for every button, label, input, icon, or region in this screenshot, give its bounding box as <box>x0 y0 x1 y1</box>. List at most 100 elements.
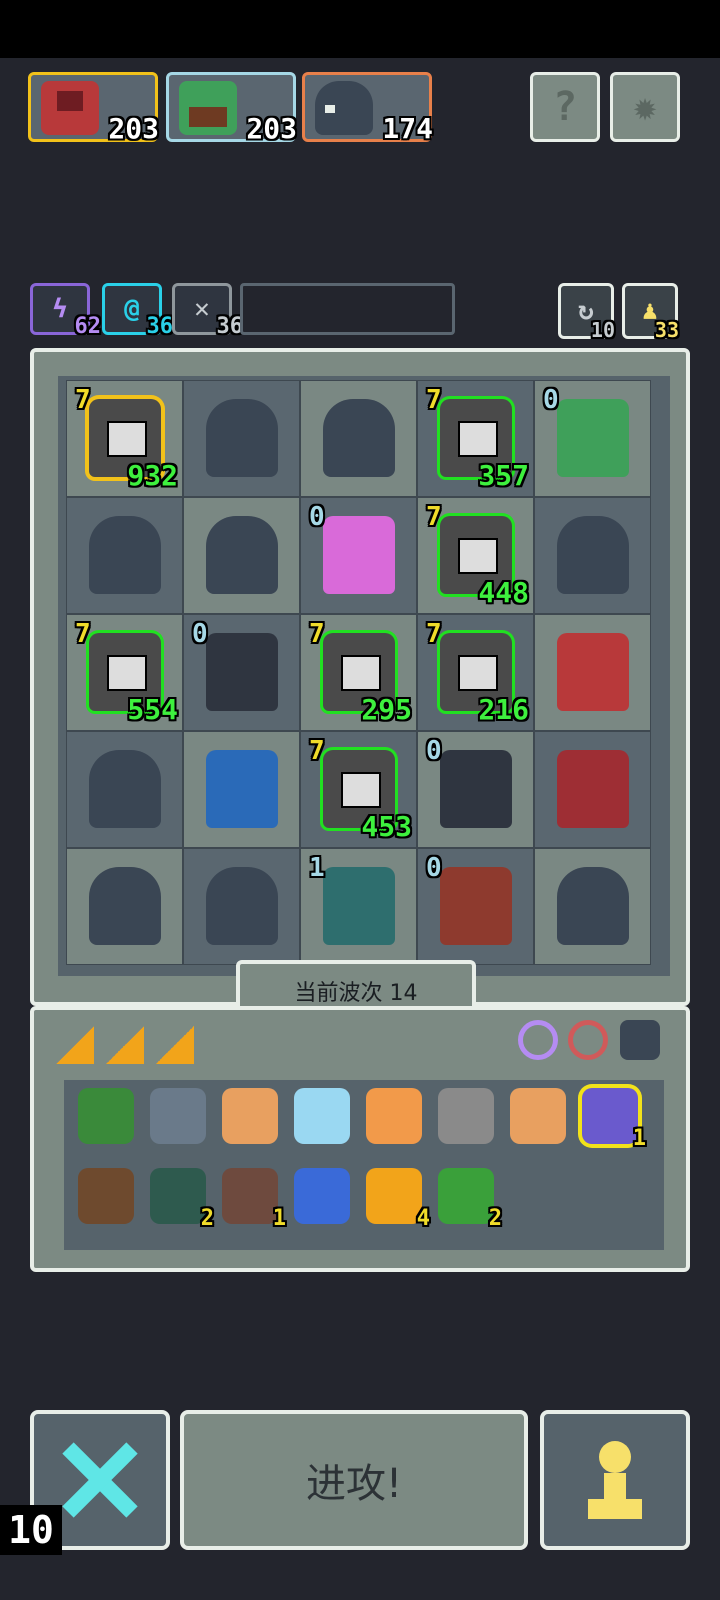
potion-jar-icon[interactable]: 1 <box>582 1088 646 1150</box>
buff-value: 36 <box>146 314 174 339</box>
green-cross-shield-icon[interactable] <box>78 1088 134 1144</box>
armor-icon[interactable] <box>620 1020 660 1060</box>
orbit-ring-icon[interactable]: 4 <box>366 1168 430 1230</box>
hammer-icon[interactable] <box>510 1088 566 1144</box>
unit-hp: 932 <box>127 459 178 492</box>
beast-unit-icon <box>323 399 395 477</box>
dark-beast-icon <box>315 81 373 135</box>
crossed-swords-icon: ✕ <box>194 294 210 324</box>
buff-bar <box>240 283 455 335</box>
buff-lightning[interactable]: ϟ 62 <box>30 283 101 338</box>
helmet-icon[interactable]: 1 <box>222 1168 286 1230</box>
knight-face-icon <box>341 655 381 691</box>
corner-number: 10 <box>8 1508 54 1552</box>
gold-triangle-icon[interactable] <box>106 1026 144 1064</box>
beast-unit-icon <box>206 516 278 594</box>
buff-swirl[interactable]: @ 36 <box>102 283 173 338</box>
help-button[interactable]: ? <box>530 72 600 142</box>
board-cell[interactable]: 7 448 <box>417 497 534 614</box>
ghoul-unit-icon <box>206 633 278 711</box>
green-hand-icon[interactable]: 2 <box>438 1168 502 1230</box>
board-cell[interactable]: 0 <box>183 614 300 731</box>
unit-hp: 216 <box>478 693 529 726</box>
board-cell[interactable] <box>66 848 183 965</box>
board-cell[interactable] <box>300 380 417 497</box>
unit-level: 0 <box>192 619 208 649</box>
red-demon-icon <box>41 81 99 135</box>
board-cell[interactable] <box>183 731 300 848</box>
purple-ring-icon[interactable] <box>518 1020 558 1060</box>
orange-fruit-icon[interactable] <box>366 1088 422 1144</box>
attack-button[interactable]: 进攻! <box>180 1410 528 1550</box>
boss-card-frog[interactable]: 203 <box>166 72 297 145</box>
item-count: 2 <box>200 1206 214 1231</box>
pink-demon-unit-icon <box>323 516 395 594</box>
board-cell[interactable]: 7 932 <box>66 380 183 497</box>
board-cell[interactable]: 7 295 <box>300 614 417 731</box>
blue-flame-icon[interactable] <box>294 1168 350 1224</box>
item-count: 1 <box>272 1206 286 1231</box>
board-cell[interactable]: 7 453 <box>300 731 417 848</box>
unit-level: 7 <box>309 736 325 766</box>
unit-hp: 295 <box>361 693 412 726</box>
buff-value: 62 <box>74 314 102 339</box>
board-cell[interactable]: 0 <box>300 497 417 614</box>
knight-face-icon <box>458 655 498 691</box>
refresh-count: 10 <box>590 318 615 342</box>
refresh-counter[interactable]: ↻ 10 <box>558 283 615 342</box>
beast-unit-icon <box>206 399 278 477</box>
board-cell[interactable] <box>66 497 183 614</box>
board-cell[interactable]: 0 <box>417 731 534 848</box>
knight-face-icon <box>107 655 147 691</box>
red-ring-icon[interactable] <box>568 1020 608 1060</box>
board-cell[interactable] <box>534 848 651 965</box>
gargoyle-unit-icon <box>89 750 161 828</box>
board-cell[interactable]: 1 <box>300 848 417 965</box>
claws-icon[interactable] <box>222 1088 278 1144</box>
board-cell[interactable] <box>534 614 651 731</box>
beast-unit-icon <box>89 867 161 945</box>
unit-level: 7 <box>75 619 91 649</box>
shadow-cube-icon[interactable]: 2 <box>150 1168 214 1230</box>
knight-face-icon <box>341 772 381 808</box>
board-cell[interactable] <box>183 848 300 965</box>
unit-grid: 7 932 7 357 0 0 7 448 7 554 0 7 295 7 216 7 453 0 1 0 <box>66 380 651 965</box>
boss-card-red-demon[interactable]: 203 <box>28 72 159 143</box>
attack-label: 进攻! <box>305 1461 403 1507</box>
board-cell[interactable] <box>534 731 651 848</box>
board-cell[interactable] <box>66 731 183 848</box>
item-count: 4 <box>416 1206 430 1231</box>
boss-count: 203 <box>246 112 297 145</box>
cross-icon <box>62 1442 138 1518</box>
recruit-button[interactable] <box>540 1410 690 1550</box>
settings-button[interactable]: ✹ <box>610 72 680 142</box>
unit-level: 0 <box>426 853 442 883</box>
board-cell[interactable]: 0 <box>417 848 534 965</box>
board-cell[interactable]: 7 216 <box>417 614 534 731</box>
swirl-icon: @ <box>124 294 140 324</box>
board-cell[interactable]: 0 <box>534 380 651 497</box>
board-cell[interactable] <box>183 497 300 614</box>
mask-icon[interactable] <box>294 1088 350 1144</box>
boss-card-dark-beast[interactable]: 174 <box>302 72 433 143</box>
dagger-icon[interactable] <box>438 1088 494 1144</box>
board-cell[interactable] <box>183 380 300 497</box>
board-cell[interactable]: 7 554 <box>66 614 183 731</box>
unit-hp: 554 <box>127 693 178 726</box>
unit-hp: 357 <box>478 459 529 492</box>
knight-face-icon <box>107 421 147 457</box>
beast-unit-icon <box>557 516 629 594</box>
gold-triangle-icon[interactable] <box>56 1026 94 1064</box>
board-cell[interactable]: 7 357 <box>417 380 534 497</box>
board-cell[interactable] <box>534 497 651 614</box>
buff-crossed-swords[interactable]: ✕ 36 <box>172 283 243 338</box>
unit-level: 1 <box>309 853 325 883</box>
gold-triangle-icon[interactable] <box>156 1026 194 1064</box>
unit-hp: 453 <box>361 810 412 843</box>
ghoul-unit-icon <box>440 750 512 828</box>
pawn-counter[interactable]: ♟ 33 <box>622 283 679 340</box>
spike-trap-icon[interactable] <box>78 1168 134 1224</box>
knight-face-icon <box>458 421 498 457</box>
spiked-gear-icon[interactable] <box>150 1088 206 1144</box>
item-count: 2 <box>488 1206 502 1231</box>
